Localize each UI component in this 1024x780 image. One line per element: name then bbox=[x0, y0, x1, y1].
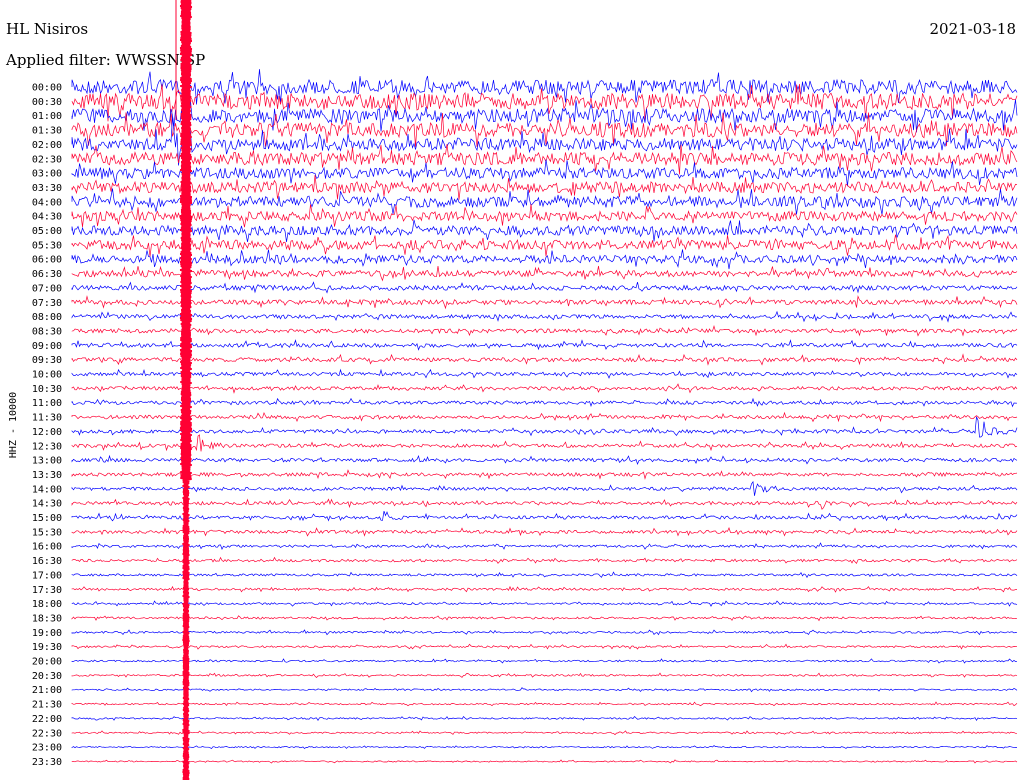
time-label: 04:00 bbox=[32, 197, 62, 208]
trace-line bbox=[71, 159, 1018, 187]
time-label: 06:00 bbox=[32, 255, 62, 266]
trace-line bbox=[71, 510, 1018, 522]
time-label: 00:30 bbox=[32, 97, 62, 108]
time-label: 21:30 bbox=[32, 700, 62, 711]
time-label: 20:30 bbox=[32, 671, 62, 682]
time-label: 07:00 bbox=[32, 283, 62, 294]
time-label: 21:00 bbox=[32, 685, 62, 696]
trace-line bbox=[71, 353, 1018, 366]
helicorder-plot: 00:00 00:30 01:00 01:30 02:00 02:30 03:00 03:30… bbox=[8, 0, 1018, 780]
time-label: 15:30 bbox=[32, 527, 62, 538]
time-label: 22:30 bbox=[32, 728, 62, 739]
time-label: 11:00 bbox=[32, 398, 62, 409]
time-label: 23:30 bbox=[32, 757, 62, 768]
time-label: 07:30 bbox=[32, 298, 62, 309]
channel-label: HHZ - 10000 bbox=[8, 392, 19, 458]
time-label: 20:00 bbox=[32, 657, 62, 668]
time-label: 02:00 bbox=[32, 140, 62, 151]
trace-line bbox=[71, 480, 1018, 496]
time-label: 08:00 bbox=[32, 312, 62, 323]
time-label: 02:30 bbox=[32, 154, 62, 165]
time-label: 04:30 bbox=[32, 212, 62, 223]
time-label: 09:00 bbox=[32, 341, 62, 352]
trace-line bbox=[71, 411, 1018, 423]
trace-line bbox=[71, 310, 1018, 323]
time-label: 09:30 bbox=[32, 355, 62, 366]
trace-line bbox=[71, 99, 1018, 133]
trace-line bbox=[71, 368, 1018, 379]
trace-line bbox=[71, 249, 1018, 270]
trace-line bbox=[71, 469, 1018, 480]
time-label: 10:30 bbox=[32, 384, 62, 395]
time-label: 17:30 bbox=[32, 585, 62, 596]
time-label: 11:30 bbox=[32, 413, 62, 424]
trace-line bbox=[71, 585, 1017, 593]
time-label: 12:30 bbox=[32, 441, 62, 452]
time-label: 10:00 bbox=[32, 370, 62, 381]
trace-line bbox=[71, 219, 1018, 243]
trace-line bbox=[71, 715, 1018, 721]
trace-line bbox=[71, 281, 1018, 294]
trace-line bbox=[71, 643, 1018, 650]
trace-line bbox=[71, 730, 1017, 736]
trace-line bbox=[71, 234, 1018, 257]
trace-line bbox=[71, 434, 1018, 452]
trace-group bbox=[71, 0, 1018, 780]
trace-line bbox=[71, 383, 1018, 394]
trace-line bbox=[71, 658, 1018, 664]
time-labels: 00:00 00:30 01:00 01:30 02:00 02:30 03:00 03:30… bbox=[32, 83, 62, 768]
time-label: 14:30 bbox=[32, 499, 62, 510]
time-label: 12:00 bbox=[32, 427, 62, 438]
trace-line bbox=[71, 600, 1018, 607]
time-label: 08:30 bbox=[32, 326, 62, 337]
time-label: 05:30 bbox=[32, 240, 62, 251]
time-label: 17:00 bbox=[32, 570, 62, 581]
trace-line bbox=[71, 701, 1018, 707]
time-label: 18:00 bbox=[32, 599, 62, 610]
trace-line bbox=[71, 542, 1018, 550]
trace-line bbox=[71, 339, 1018, 351]
time-label: 16:00 bbox=[32, 542, 62, 553]
time-label: 14:00 bbox=[32, 484, 62, 495]
trace-line bbox=[71, 745, 1017, 750]
trace-line bbox=[71, 615, 1018, 622]
trace-line bbox=[71, 324, 1018, 337]
trace-line bbox=[71, 416, 1018, 438]
trace-line bbox=[71, 265, 1018, 282]
time-label: 00:00 bbox=[32, 83, 62, 94]
earthquake-spike bbox=[179, 0, 193, 780]
time-label: 03:30 bbox=[32, 183, 62, 194]
time-label: 01:30 bbox=[32, 126, 62, 137]
trace-line bbox=[71, 69, 1018, 105]
time-label: 19:00 bbox=[32, 628, 62, 639]
time-label: 13:00 bbox=[32, 456, 62, 467]
trace-line bbox=[71, 571, 1018, 579]
time-label: 15:00 bbox=[32, 513, 62, 524]
trace-line bbox=[71, 527, 1018, 537]
trace-line bbox=[71, 397, 1018, 408]
time-label: 13:30 bbox=[32, 470, 62, 481]
time-label: 18:30 bbox=[32, 613, 62, 624]
time-label: 01:00 bbox=[32, 111, 62, 122]
trace-line bbox=[71, 498, 1018, 510]
time-label: 22:00 bbox=[32, 714, 62, 725]
time-label: 06:30 bbox=[32, 269, 62, 280]
trace-line bbox=[71, 112, 1018, 148]
time-label: 16:30 bbox=[32, 556, 62, 567]
trace-line bbox=[71, 175, 1018, 200]
trace-line bbox=[71, 295, 1018, 310]
time-label: 03:00 bbox=[32, 169, 62, 180]
trace-line bbox=[71, 454, 1018, 465]
trace-line bbox=[71, 556, 1018, 565]
time-label: 23:00 bbox=[32, 743, 62, 754]
time-label: 05:00 bbox=[32, 226, 62, 237]
trace-line bbox=[71, 759, 1018, 764]
trace-line bbox=[71, 188, 1018, 215]
trace-line bbox=[71, 672, 1018, 678]
trace-line bbox=[71, 204, 1018, 228]
time-label: 19:30 bbox=[32, 642, 62, 653]
trace-line bbox=[71, 687, 1018, 693]
trace-line bbox=[71, 629, 1018, 636]
